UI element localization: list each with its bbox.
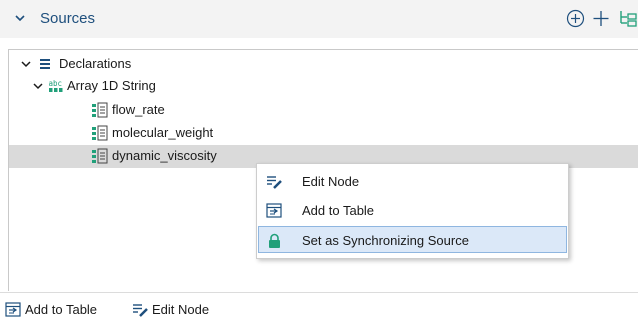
tree-item-molecular-weight[interactable]: molecular_weight — [91, 122, 311, 144]
add-to-table-icon — [5, 302, 21, 317]
button-label: Add to Table — [25, 302, 98, 317]
chevron-down-icon[interactable] — [32, 80, 44, 92]
menu-item-label: Set as Synchronizing Source — [302, 233, 469, 248]
string-variable-icon — [92, 148, 108, 164]
tree-node-array-1d-string[interactable]: abc Array 1D String — [30, 75, 250, 97]
menu-item-set-as-synchronizing-source[interactable]: Set as Synchronizing Source — [258, 226, 567, 253]
add-to-table-button[interactable]: Add to Table — [5, 301, 125, 319]
edit-node-button[interactable]: Edit Node — [132, 301, 242, 319]
string-array-icon: abc — [49, 79, 63, 92]
menu-item-edit-node[interactable]: Edit Node — [258, 168, 567, 195]
edit-node-icon — [133, 304, 148, 317]
edit-node-icon — [267, 176, 282, 189]
tree-node-declarations[interactable]: Declarations — [18, 53, 218, 75]
chevron-down-icon[interactable] — [13, 11, 27, 25]
button-label: Edit Node — [152, 302, 210, 317]
add-tree-node-icon[interactable] — [617, 8, 638, 29]
add-icon[interactable] — [592, 9, 610, 28]
string-variable-icon — [92, 102, 108, 118]
bottom-toolbar: Add to Table Edit Node — [0, 292, 638, 326]
svg-text:abc: abc — [49, 79, 63, 88]
tree-item-label: flow_rate — [112, 102, 165, 117]
declarations-icon — [40, 59, 50, 69]
lock-icon — [269, 233, 280, 248]
tree-item-label: molecular_weight — [112, 125, 214, 140]
menu-item-label: Edit Node — [302, 174, 360, 189]
context-menu: Edit Node Add to Table Set as Synchroniz… — [256, 163, 569, 259]
chevron-down-icon[interactable] — [20, 58, 32, 70]
tree-item-flow-rate[interactable]: flow_rate — [91, 99, 291, 121]
add-circle-icon[interactable] — [566, 9, 585, 28]
section-title: Sources — [40, 10, 96, 27]
menu-item-label: Add to Table — [302, 203, 375, 218]
string-variable-icon — [92, 125, 108, 141]
sources-section-header[interactable]: Sources — [0, 0, 638, 38]
tree-node-label: Array 1D String — [67, 78, 156, 93]
menu-item-add-to-table[interactable]: Add to Table — [258, 197, 567, 224]
add-to-table-icon — [266, 203, 282, 218]
tree-item-label: dynamic_viscosity — [112, 148, 217, 163]
tree-node-label: Declarations — [59, 56, 132, 71]
